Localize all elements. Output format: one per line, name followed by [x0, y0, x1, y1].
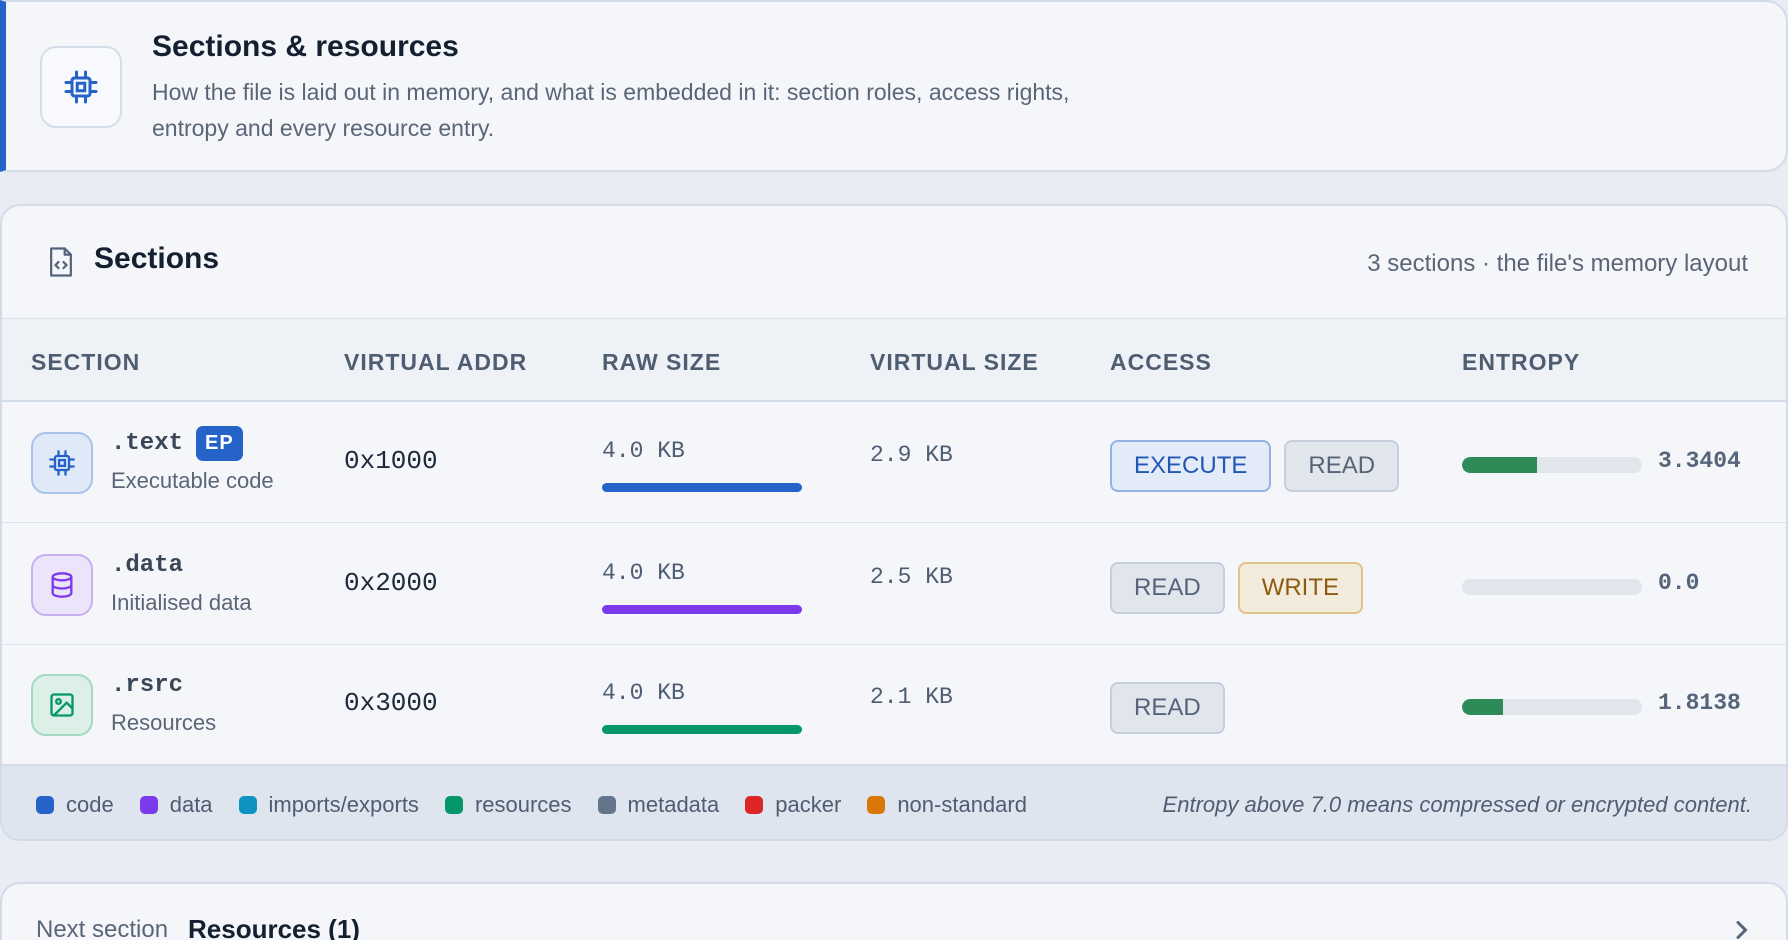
- legend-item-data: data: [139, 792, 213, 818]
- cpu-chip-icon: [31, 432, 93, 494]
- column-header-section[interactable]: SECTION: [31, 349, 140, 376]
- legend-swatch: [139, 796, 158, 814]
- entropy-bar-fill: [1462, 457, 1538, 473]
- legend: code data imports/exports resources meta…: [2, 764, 1786, 839]
- section-name: .data: [111, 552, 184, 579]
- column-header-access[interactable]: ACCESS: [1110, 349, 1212, 376]
- cpu-chip-icon: [40, 46, 122, 128]
- access-read-chip: READ: [1110, 682, 1225, 734]
- virtual-size: 2.9 KB: [870, 442, 953, 468]
- legend-label: imports/exports: [268, 792, 419, 817]
- entropy-value: 0.0: [1658, 570, 1700, 596]
- entropy-bar: [1462, 457, 1642, 473]
- access-execute-chip: EXECUTE: [1110, 440, 1272, 492]
- next-section-label: Next section: [36, 916, 169, 940]
- entropy-value: 3.3404: [1658, 448, 1741, 474]
- legend-swatch: [867, 796, 886, 814]
- virtual-address: 0x1000: [344, 446, 438, 476]
- legend-swatch: [36, 796, 54, 814]
- table-row[interactable]: .rsrc Resources 0x3000 4.0 KB 2.1 KB REA…: [2, 646, 1786, 767]
- section-name: .rsrc: [111, 672, 184, 699]
- entropy-value: 1.8138: [1658, 690, 1741, 716]
- column-header-raw-size[interactable]: RAW SIZE: [602, 349, 721, 376]
- database-icon: [31, 554, 93, 616]
- legend-label: metadata: [627, 792, 720, 817]
- entropy-bar: [1462, 699, 1642, 715]
- access-chips: EXECUTE READ: [1110, 440, 1400, 492]
- legend-item-code: code: [36, 792, 114, 818]
- page-title: Sections & resources: [152, 30, 459, 63]
- file-code-icon: [50, 247, 72, 277]
- legend-item-metadata: metadata: [597, 792, 720, 818]
- image-icon: [31, 674, 93, 736]
- access-write-chip: WRITE: [1237, 562, 1364, 614]
- access-chips: READ WRITE: [1110, 562, 1364, 614]
- entropy-note: Entropy above 7.0 means compressed or en…: [1162, 792, 1752, 817]
- column-header-entropy[interactable]: ENTROPY: [1462, 349, 1580, 376]
- page-description: How the file is laid out in memory, and …: [152, 79, 1070, 141]
- legend-item-resources: resources: [444, 792, 572, 818]
- legend-swatch: [238, 796, 257, 814]
- legend-label: non-standard: [897, 792, 1027, 817]
- raw-size-bar: [602, 483, 802, 492]
- legend-swatch: [444, 796, 463, 814]
- column-header-virtual-addr[interactable]: VIRTUAL ADDR: [344, 349, 527, 376]
- sections-title: Sections: [94, 242, 220, 275]
- access-chips: READ: [1110, 682, 1225, 734]
- table-row[interactable]: .data Initialised data 0x2000 4.0 KB 2.5…: [2, 524, 1786, 645]
- section-name: .text: [111, 430, 184, 457]
- sections-card: Sections 3 sections · the file's memory …: [0, 204, 1788, 841]
- column-header-virtual-size[interactable]: VIRTUAL SIZE: [870, 349, 1039, 376]
- virtual-size: 2.5 KB: [870, 564, 953, 590]
- entropy-bar: [1462, 579, 1642, 595]
- legend-item-imports-exports: imports/exports: [238, 792, 419, 818]
- raw-size: 4.0 KB: [602, 680, 685, 706]
- section-header: Sections & resources How the file is lai…: [0, 0, 1788, 172]
- raw-size-bar: [602, 725, 802, 734]
- next-section-title: Resources (1): [188, 914, 360, 940]
- legend-swatch: [745, 796, 764, 814]
- legend-item-packer: packer: [745, 792, 841, 818]
- chevron-right-icon: [1736, 921, 1748, 939]
- raw-size: 4.0 KB: [602, 560, 685, 586]
- virtual-address: 0x2000: [344, 568, 438, 598]
- legend-label: resources: [474, 792, 572, 817]
- table-row[interactable]: .text EP Executable code 0x1000 4.0 KB 2…: [2, 402, 1786, 523]
- table-header: SECTION VIRTUAL ADDR RAW SIZE VIRTUAL SI…: [2, 318, 1786, 402]
- legend-items: code data imports/exports resources meta…: [36, 792, 1027, 818]
- raw-size: 4.0 KB: [602, 438, 685, 464]
- virtual-address: 0x3000: [344, 688, 438, 718]
- sections-summary: 3 sections · the file's memory layout: [1367, 250, 1748, 277]
- legend-label: code: [66, 792, 114, 817]
- entropy-bar-fill: [1462, 699, 1503, 715]
- legend-label: data: [169, 792, 213, 817]
- sections-card-header: Sections 3 sections · the file's memory …: [2, 206, 1786, 318]
- next-section-link[interactable]: Next section Resources (1): [0, 882, 1788, 940]
- section-role: Resources: [111, 710, 217, 735]
- entry-point-badge: EP: [196, 426, 243, 461]
- raw-size-bar: [602, 605, 802, 614]
- section-role: Executable code: [111, 468, 274, 493]
- section-role: Initialised data: [111, 590, 252, 615]
- legend-swatch: [597, 796, 616, 814]
- access-read-chip: READ: [1284, 440, 1400, 492]
- virtual-size: 2.1 KB: [870, 684, 953, 710]
- legend-item-non-standard: non-standard: [867, 792, 1027, 818]
- legend-label: packer: [775, 792, 842, 817]
- access-read-chip: READ: [1110, 562, 1225, 614]
